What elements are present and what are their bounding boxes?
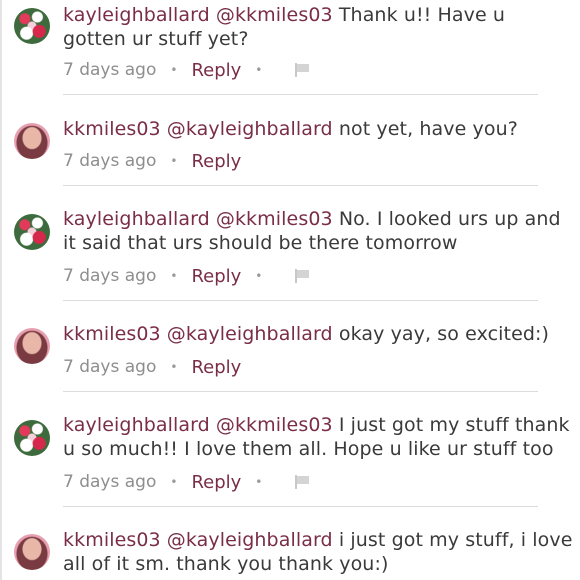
separator-dot: • xyxy=(255,475,263,489)
username-link[interactable]: kkmiles03 xyxy=(63,118,161,140)
divider xyxy=(63,506,538,507)
username-link[interactable]: kayleighballard xyxy=(63,414,210,436)
mention-link[interactable]: @kayleighballard xyxy=(167,323,333,345)
username-link[interactable]: kkmiles03 xyxy=(63,529,161,551)
comment-text: kkmiles03 @kayleighballard okay yay, so e… xyxy=(63,322,573,346)
flag-icon[interactable] xyxy=(294,475,310,489)
flag-icon[interactable] xyxy=(294,63,310,77)
mention-link[interactable]: @kkmiles03 xyxy=(216,208,333,230)
separator-dot: • xyxy=(170,154,178,168)
left-border xyxy=(0,0,2,580)
avatar[interactable] xyxy=(14,328,50,364)
username-link[interactable]: kayleighballard xyxy=(63,4,210,26)
comment-meta: 7 days ago • Reply xyxy=(63,149,241,173)
comment-text: kkmiles03 @kayleighballard i just got my … xyxy=(63,528,573,576)
reply-link[interactable]: Reply xyxy=(191,151,241,172)
reply-link[interactable]: Reply xyxy=(191,60,241,81)
timestamp: 7 days ago xyxy=(63,60,157,80)
comment-meta: 7 days ago • Reply • xyxy=(63,264,310,288)
avatar[interactable] xyxy=(14,8,50,44)
comment-meta: 7 days ago • Reply • xyxy=(63,470,310,494)
avatar[interactable] xyxy=(14,214,50,250)
reply-link[interactable]: Reply xyxy=(191,472,241,493)
separator-dot: • xyxy=(255,269,263,283)
divider xyxy=(63,300,538,301)
separator-dot: • xyxy=(170,360,178,374)
timestamp: 7 days ago xyxy=(63,472,157,492)
username-link[interactable]: kayleighballard xyxy=(63,208,210,230)
divider xyxy=(63,391,538,392)
separator-dot: • xyxy=(170,269,178,283)
divider xyxy=(63,94,538,95)
timestamp: 7 days ago xyxy=(63,151,157,171)
comment-meta: 7 days ago • Reply • xyxy=(63,58,310,82)
comment-body: not yet, have you? xyxy=(338,118,518,140)
flag-icon[interactable] xyxy=(294,269,310,283)
comment-text: kkmiles03 @kayleighballard not yet, have … xyxy=(63,117,573,141)
reply-link[interactable]: Reply xyxy=(191,266,241,287)
comment-meta: 7 days ago • Reply xyxy=(63,355,241,379)
timestamp: 7 days ago xyxy=(63,357,157,377)
mention-link[interactable]: @kayleighballard xyxy=(167,118,333,140)
comment-body: okay yay, so excited:) xyxy=(338,323,550,345)
avatar[interactable] xyxy=(14,123,50,159)
separator-dot: • xyxy=(170,475,178,489)
divider xyxy=(63,185,538,186)
comment-text: kayleighballard @kkmiles03 Thank u!! Have… xyxy=(63,3,573,51)
mention-link[interactable]: @kkmiles03 xyxy=(216,4,333,26)
comment-text: kayleighballard @kkmiles03 I just got my … xyxy=(63,413,573,461)
username-link[interactable]: kkmiles03 xyxy=(63,323,161,345)
mention-link[interactable]: @kkmiles03 xyxy=(216,414,333,436)
separator-dot: • xyxy=(170,63,178,77)
comment-text: kayleighballard @kkmiles03 No. I looked u… xyxy=(63,207,573,255)
avatar[interactable] xyxy=(14,420,50,456)
timestamp: 7 days ago xyxy=(63,266,157,286)
separator-dot: • xyxy=(255,63,263,77)
mention-link[interactable]: @kayleighballard xyxy=(167,529,333,551)
avatar[interactable] xyxy=(14,534,50,570)
reply-link[interactable]: Reply xyxy=(191,357,241,378)
